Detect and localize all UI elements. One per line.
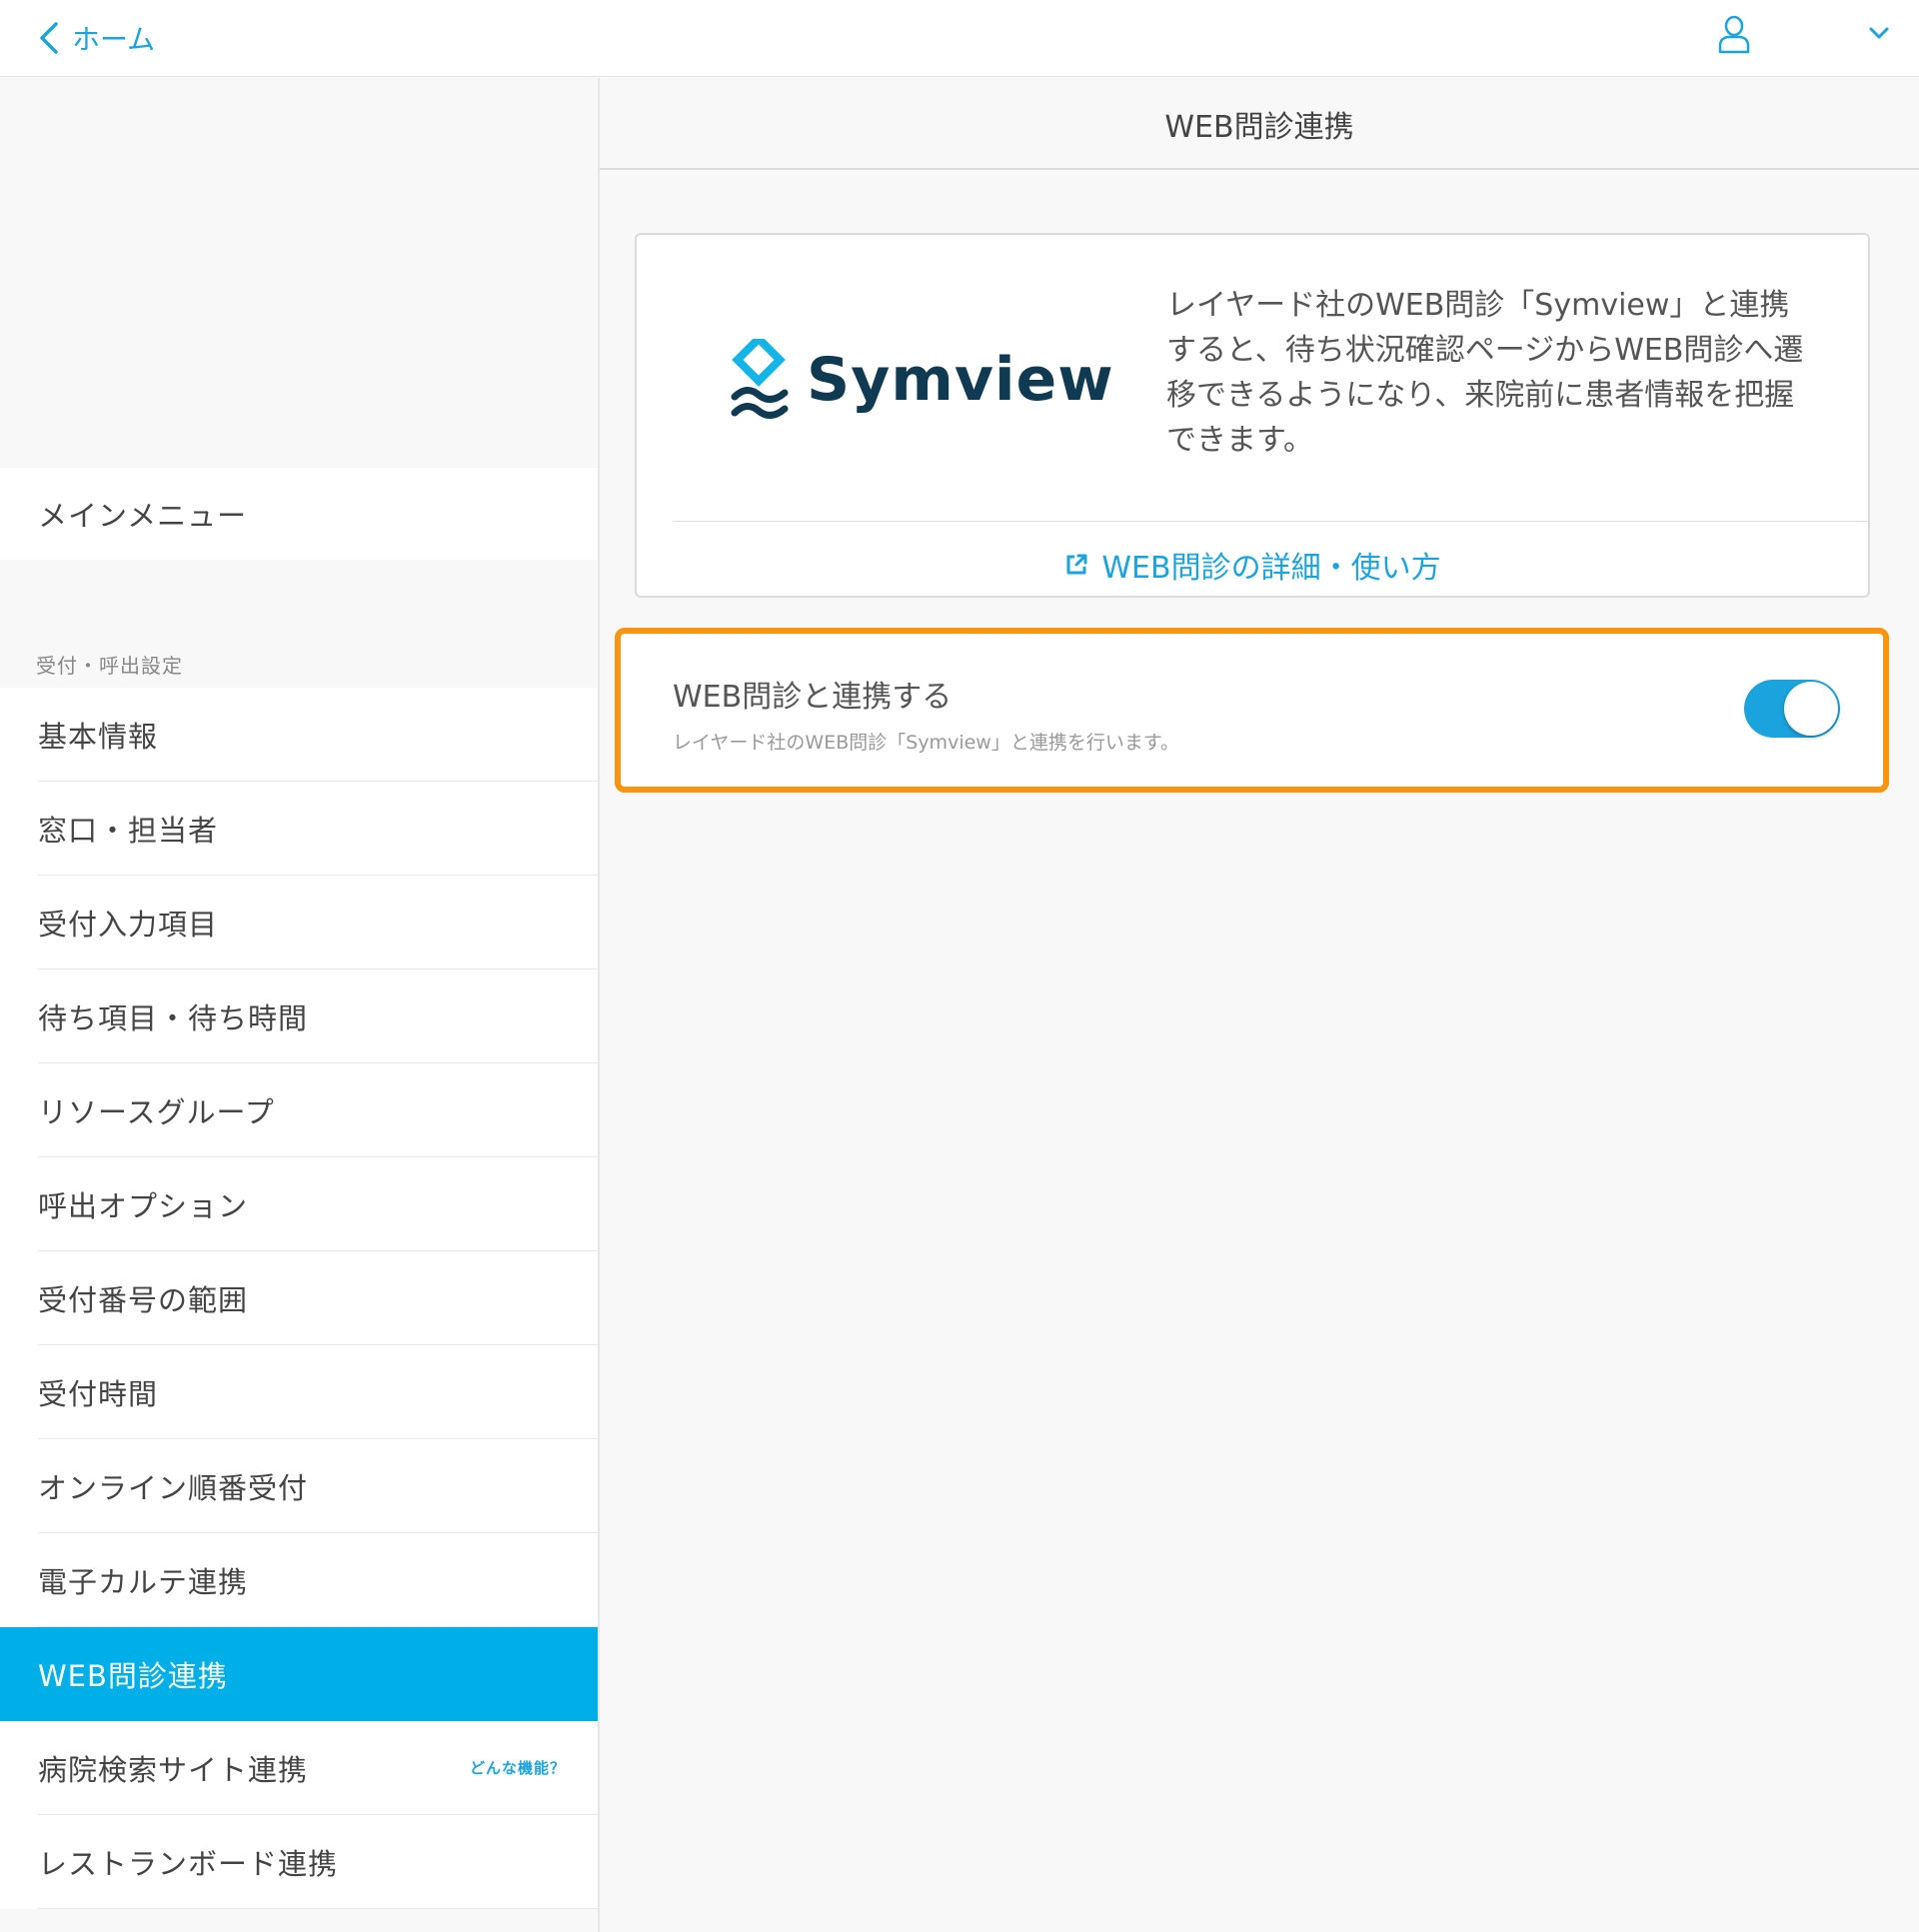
sidebar-item-label: 受付時間: [38, 1377, 159, 1411]
user-icon[interactable]: [1717, 14, 1751, 54]
sidebar-item-call-options[interactable]: 呼出オプション: [0, 1157, 598, 1251]
web-interview-details-link[interactable]: WEB問診の詳細・使い方: [637, 540, 1868, 590]
sidebar-blank-area: [0, 78, 598, 468]
chevron-left-icon: [40, 22, 58, 54]
web-interview-toggle-card: WEB問診と連携する レイヤード社のWEB問診「Symview」と連携を行います…: [615, 628, 1889, 793]
symview-logo-text: Symview: [807, 345, 1114, 415]
symview-info-card: Symview レイヤード社のWEB問診「Symview」と連携すると、待ち状況…: [635, 233, 1870, 598]
web-interview-toggle-switch[interactable]: [1744, 680, 1840, 738]
sidebar-item-online-queue[interactable]: オンライン順番受付: [0, 1439, 598, 1533]
back-button[interactable]: ホーム: [36, 12, 155, 64]
sidebar-item-restaurant-board[interactable]: レストランボード連携: [0, 1815, 598, 1909]
sidebar-item-reception-fields[interactable]: 受付入力項目: [0, 876, 598, 969]
sidebar-item-counters[interactable]: 窓口・担当者: [0, 782, 598, 876]
sidebar-item-label: オンライン順番受付: [38, 1471, 309, 1505]
external-link-icon: [1066, 554, 1087, 575]
sidebar: メインメニュー 受付・呼出設定 基本情報 窓口・担当者 受付入力項目 待ち項目・…: [0, 78, 600, 1932]
sidebar-item-label: 呼出オプション: [38, 1189, 249, 1223]
symview-logo-icon: [731, 339, 789, 419]
details-link-label: WEB問診の詳細・使い方: [1101, 551, 1441, 586]
page-title: WEB問診連携: [1164, 110, 1354, 145]
sidebar-item-label: 受付番号の範囲: [38, 1283, 249, 1317]
sidebar-item-emr-integration[interactable]: 電子カルテ連携: [0, 1533, 598, 1627]
sidebar-item-label: リソースグループ: [38, 1095, 275, 1129]
sidebar-item-label: レストランボード連携: [38, 1847, 339, 1881]
sidebar-menu-list: 基本情報 窓口・担当者 受付入力項目 待ち項目・待ち時間 リソースグループ 呼出…: [0, 688, 598, 1909]
sidebar-item-label: 待ち項目・待ち時間: [38, 1001, 309, 1035]
sidebar-main-menu[interactable]: メインメニュー: [0, 468, 598, 560]
toggle-title: WEB問診と連携する: [673, 680, 953, 715]
symview-logo: Symview: [729, 335, 1114, 425]
sidebar-item-label: WEB問診連携: [38, 1659, 228, 1693]
card-divider: [673, 521, 1868, 522]
sidebar-item-hospital-search[interactable]: 病院検索サイト連携 どんな機能？: [0, 1721, 598, 1815]
sidebar-item-label: 受付入力項目: [38, 908, 219, 942]
toggle-knob: [1784, 682, 1838, 736]
sidebar-item-basic-info[interactable]: 基本情報: [0, 688, 598, 782]
sidebar-item-label: 電子カルテ連携: [38, 1565, 249, 1599]
sidebar-item-number-range[interactable]: 受付番号の範囲: [0, 1251, 598, 1345]
sidebar-item-label: 基本情報: [38, 720, 159, 754]
sidebar-item-reception-hours[interactable]: 受付時間: [0, 1345, 598, 1439]
sidebar-item-resource-groups[interactable]: リソースグループ: [0, 1063, 598, 1157]
feature-help-link[interactable]: どんな機能？: [470, 1757, 566, 1778]
sidebar-item-label: 窓口・担当者: [38, 814, 219, 848]
sidebar-item-web-interview[interactable]: WEB問診連携: [0, 1627, 598, 1721]
chevron-down-icon[interactable]: [1867, 22, 1891, 44]
content-header: WEB問診連携: [600, 78, 1919, 170]
sidebar-item-label: 病院検索サイト連携: [38, 1753, 309, 1787]
integration-description: レイヤード社のWEB問診「Symview」と連携すると、待ち状況確認ページからW…: [1166, 288, 1804, 458]
sidebar-section-header: 受付・呼出設定: [36, 654, 183, 678]
back-label: ホーム: [72, 23, 156, 56]
top-bar: ホーム: [0, 0, 1919, 77]
sidebar-item-wait-times[interactable]: 待ち項目・待ち時間: [0, 969, 598, 1063]
toggle-subtitle: レイヤード社のWEB問診「Symview」と連携を行います。: [673, 732, 1179, 754]
